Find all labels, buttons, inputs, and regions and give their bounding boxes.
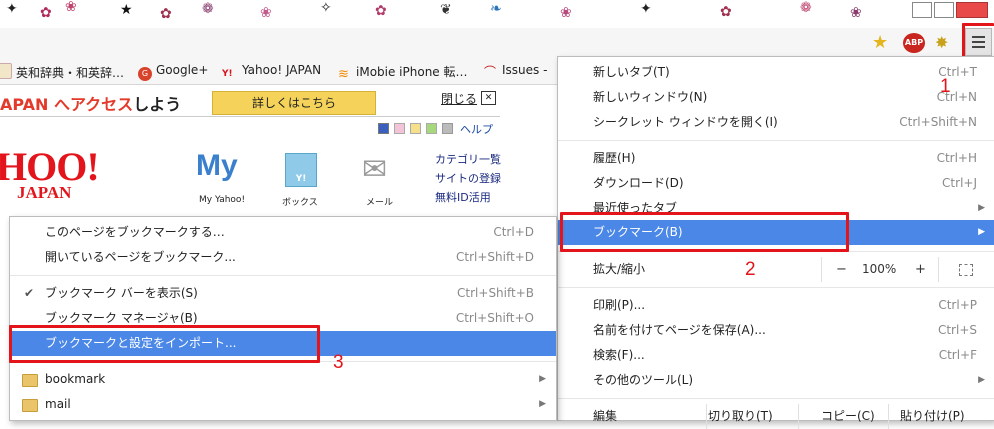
bookmark-item[interactable]: G Google+ (138, 63, 208, 81)
annotation-box-2 (560, 212, 849, 252)
bookmark-item[interactable]: ⌒ Issues - (484, 63, 547, 79)
menu-item-bookmark-page[interactable]: このページをブックマークする… Ctrl+D (10, 220, 556, 245)
bookmarks-submenu: このページをブックマークする… Ctrl+D 開いているページをブックマーク...… (9, 216, 557, 421)
flower-decoration-icon: ✿ (375, 3, 387, 19)
star-decoration-icon: ★ (120, 2, 133, 18)
zoom-in-button[interactable]: + (915, 257, 926, 282)
theme-decoration-strip: ✦ ✿ ❀ ★ ✿ ❁ ❀ ✧ ✿ ❦ ❧ ❀ ✦ ✿ ❁ ❀ (0, 0, 994, 28)
menu-item-incognito[interactable]: シークレット ウィンドウを開く(I) Ctrl+Shift+N (558, 110, 994, 135)
yahoo-icon: Y! (222, 69, 233, 79)
mail-icon[interactable]: ✉ (362, 155, 387, 185)
details-button[interactable]: 詳しくはこちら (212, 91, 376, 115)
window-controls (904, 0, 994, 22)
close-banner-link[interactable]: 閉じる (441, 90, 477, 107)
menu-item-edit: 編集 切り取り(T) コピー(C) 貼り付け(P) (558, 404, 994, 429)
menu-item-history[interactable]: 履歴(H) Ctrl+H (558, 146, 994, 171)
butterfly-decoration-icon: ❧ (490, 1, 502, 17)
flower-decoration-icon: ✿ (40, 5, 52, 21)
zoom-level: 100% (862, 262, 897, 276)
google-plus-icon: G (138, 67, 152, 81)
flower-decoration-icon: ❀ (560, 5, 572, 21)
flower-decoration-icon: ✿ (160, 6, 172, 22)
submenu-arrow-icon: ▶ (978, 227, 985, 237)
zoom-out-button[interactable]: − (836, 257, 847, 282)
menu-item-print[interactable]: 印刷(P)... Ctrl+P (558, 293, 994, 318)
issues-icon: ⌒ (484, 65, 497, 79)
yahoo-logo-japan: JAPAN (17, 183, 72, 202)
menu-item-downloads[interactable]: ダウンロード(D) Ctrl+J (558, 171, 994, 196)
flower-decoration-icon: ❁ (202, 1, 214, 17)
menu-item-zoom: 拡大/縮小 − 100% + (558, 257, 994, 282)
menu-item-show-bookmark-bar[interactable]: ✔ ブックマーク バーを表示(S) Ctrl+Shift+B (10, 281, 556, 306)
folder-icon (22, 374, 38, 387)
box-label[interactable]: ボックス (282, 195, 318, 208)
mail-label[interactable]: メール (366, 195, 393, 208)
minimize-button[interactable] (912, 2, 932, 18)
bookmark-item[interactable]: Y! Yahoo! JAPAN (222, 63, 321, 81)
copy-button[interactable]: コピー(C) (821, 404, 875, 429)
bookmark-folder-item[interactable]: mail ▶ (10, 392, 556, 417)
menu-item-more-tools[interactable]: その他のツール(L) ▶ (558, 368, 994, 393)
flower-decoration-icon: ✿ (720, 4, 732, 20)
help-link[interactable]: ヘルプ (460, 121, 493, 137)
star-decoration-icon: ✧ (320, 0, 332, 16)
bookmark-item[interactable]: ≋ iMobie iPhone 転… (338, 63, 468, 82)
adblock-icon[interactable]: ABP (903, 33, 925, 53)
menu-item-save-page[interactable]: 名前を付けてページを保存(A)... Ctrl+S (558, 318, 994, 343)
folder-icon (22, 399, 38, 412)
theme-swatch[interactable] (378, 123, 389, 134)
fullscreen-icon[interactable] (959, 264, 973, 276)
theme-swatch[interactable] (426, 123, 437, 134)
star-decoration-icon: ✦ (640, 1, 652, 17)
annotation-step-2: 2 (745, 259, 756, 280)
flower-decoration-icon: ❀ (65, 0, 77, 15)
star-decoration-icon: ✦ (6, 1, 18, 17)
book-icon (0, 63, 12, 79)
check-icon: ✔ (24, 286, 35, 300)
menu-item-new-window[interactable]: 新しいウィンドウ(N) Ctrl+N (558, 85, 994, 110)
gear-flower-icon[interactable]: ✸ (935, 33, 948, 52)
free-id-link[interactable]: 無料ID活用 (435, 189, 491, 205)
submenu-arrow-icon: ▶ (978, 375, 985, 385)
maximize-button[interactable] (934, 2, 954, 18)
browser-toolbar: ★ ABP ✸ (0, 23, 994, 62)
category-link[interactable]: カテゴリ一覧 (435, 151, 501, 167)
bookmark-item[interactable]: 英和辞典・和英辞… (0, 63, 124, 81)
wifi-icon: ≋ (338, 67, 349, 82)
menu-item-bookmark-open-pages[interactable]: 開いているページをブックマーク... Ctrl+Shift+D (10, 245, 556, 270)
butterfly-decoration-icon: ❦ (440, 2, 452, 18)
flower-decoration-icon: ❀ (260, 5, 272, 21)
promo-banner-text: APAN へアクセスしよう (0, 95, 182, 114)
submenu-arrow-icon: ▶ (539, 399, 546, 409)
close-window-button[interactable] (956, 2, 988, 18)
site-register-link[interactable]: サイトの登録 (435, 170, 501, 186)
bookmark-folder-item[interactable]: bookmark ▶ (10, 367, 556, 392)
close-icon[interactable]: ✕ (481, 91, 496, 105)
flower-decoration-icon: ❀ (850, 5, 862, 21)
submenu-arrow-icon: ▶ (978, 203, 985, 213)
cut-button[interactable]: 切り取り(T) (708, 404, 773, 429)
theme-swatch[interactable] (410, 123, 421, 134)
submenu-arrow-icon: ▶ (539, 374, 546, 384)
annotation-box-3 (9, 325, 320, 363)
paste-button[interactable]: 貼り付け(P) (900, 404, 965, 429)
menu-item-new-tab[interactable]: 新しいタブ(T) Ctrl+T (558, 60, 994, 85)
annotation-step-1: 1 (940, 76, 951, 97)
star-icon[interactable]: ★ (872, 32, 888, 53)
box-icon[interactable]: Y! (285, 153, 317, 187)
annotation-step-3: 3 (333, 352, 344, 373)
yahoo-logo[interactable]: HOO! (0, 147, 100, 187)
theme-swatch[interactable] (394, 123, 405, 134)
theme-swatch[interactable] (442, 123, 453, 134)
my-yahoo-label[interactable]: My Yahoo! (199, 195, 245, 205)
flower-decoration-icon: ❁ (800, 0, 812, 16)
menu-item-find[interactable]: 検索(F)... Ctrl+F (558, 343, 994, 368)
my-yahoo-icon[interactable]: My (196, 151, 238, 181)
